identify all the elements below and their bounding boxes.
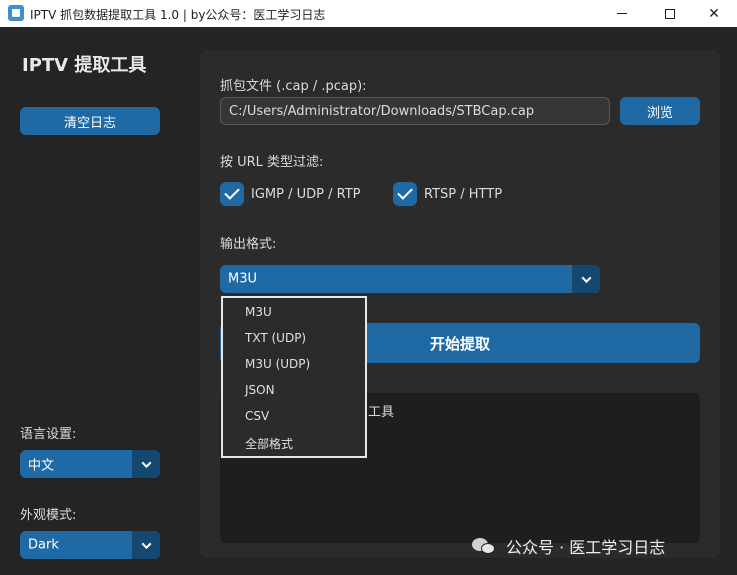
language-label: 语言设置: [20, 427, 77, 442]
format-option-csv[interactable]: CSV [245, 409, 269, 423]
output-format-value: M3U [228, 271, 258, 287]
format-option-all[interactable]: 全部格式 [245, 435, 293, 452]
minimize-button[interactable] [599, 0, 645, 27]
close-button[interactable]: ✕ [691, 0, 737, 27]
chevron-down-icon [581, 272, 591, 283]
format-label: 输出格式: [220, 237, 277, 252]
igmp-udp-rtp-checkbox[interactable] [220, 182, 244, 206]
browse-button[interactable]: 浏览 [620, 97, 700, 125]
file-label: 抓包文件 (.cap / .pcap): [220, 79, 367, 94]
format-dropdown-arrow[interactable] [572, 265, 600, 293]
rtsp-http-label: RTSP / HTTP [424, 187, 503, 202]
igmp-udp-rtp-label: IGMP / UDP / RTP [251, 187, 361, 202]
watermark-text: 公众号 · 医工学习日志 [506, 538, 666, 557]
format-option-m3u-udp[interactable]: M3U (UDP) [245, 357, 310, 371]
maximize-button[interactable] [647, 0, 693, 27]
chevron-down-icon [141, 538, 151, 549]
file-path-input[interactable]: C:/Users/Administrator/Downloads/STBCap.… [220, 97, 610, 125]
output-format-select[interactable]: M3U [220, 265, 600, 293]
filter-label: 按 URL 类型过滤: [220, 155, 324, 170]
appearance-label: 外观模式: [20, 508, 77, 523]
format-option-txt-udp[interactable]: TXT (UDP) [245, 331, 306, 345]
clear-log-button[interactable]: 清空日志 [20, 107, 160, 135]
log-text: 工具 [368, 405, 395, 420]
appearance-value: Dark [28, 537, 59, 553]
language-dropdown-arrow[interactable] [132, 450, 160, 478]
sidebar-title: IPTV 提取工具 [22, 55, 147, 76]
language-value: 中文 [28, 458, 55, 474]
maximize-icon [665, 8, 675, 19]
wechat-icon [472, 536, 498, 556]
window-title: IPTV 抓包数据提取工具 1.0 | by公众号：医工学习日志 [30, 8, 326, 22]
watermark: 公众号 · 医工学习日志 [472, 535, 665, 557]
title-bar: IPTV 抓包数据提取工具 1.0 | by公众号：医工学习日志 ✕ [0, 0, 737, 27]
format-option-json[interactable]: JSON [245, 383, 275, 397]
format-dropdown-list: M3U TXT (UDP) M3U (UDP) JSON CSV 全部格式 [221, 296, 367, 458]
app-icon [8, 5, 24, 21]
format-option-m3u[interactable]: M3U [245, 305, 272, 319]
language-select[interactable]: 中文 [20, 450, 160, 478]
minimize-icon [617, 13, 627, 14]
chevron-down-icon [141, 457, 151, 468]
appearance-select[interactable]: Dark [20, 531, 160, 559]
rtsp-http-checkbox[interactable] [393, 182, 417, 206]
close-icon: ✕ [708, 5, 720, 22]
appearance-dropdown-arrow[interactable] [132, 531, 160, 559]
